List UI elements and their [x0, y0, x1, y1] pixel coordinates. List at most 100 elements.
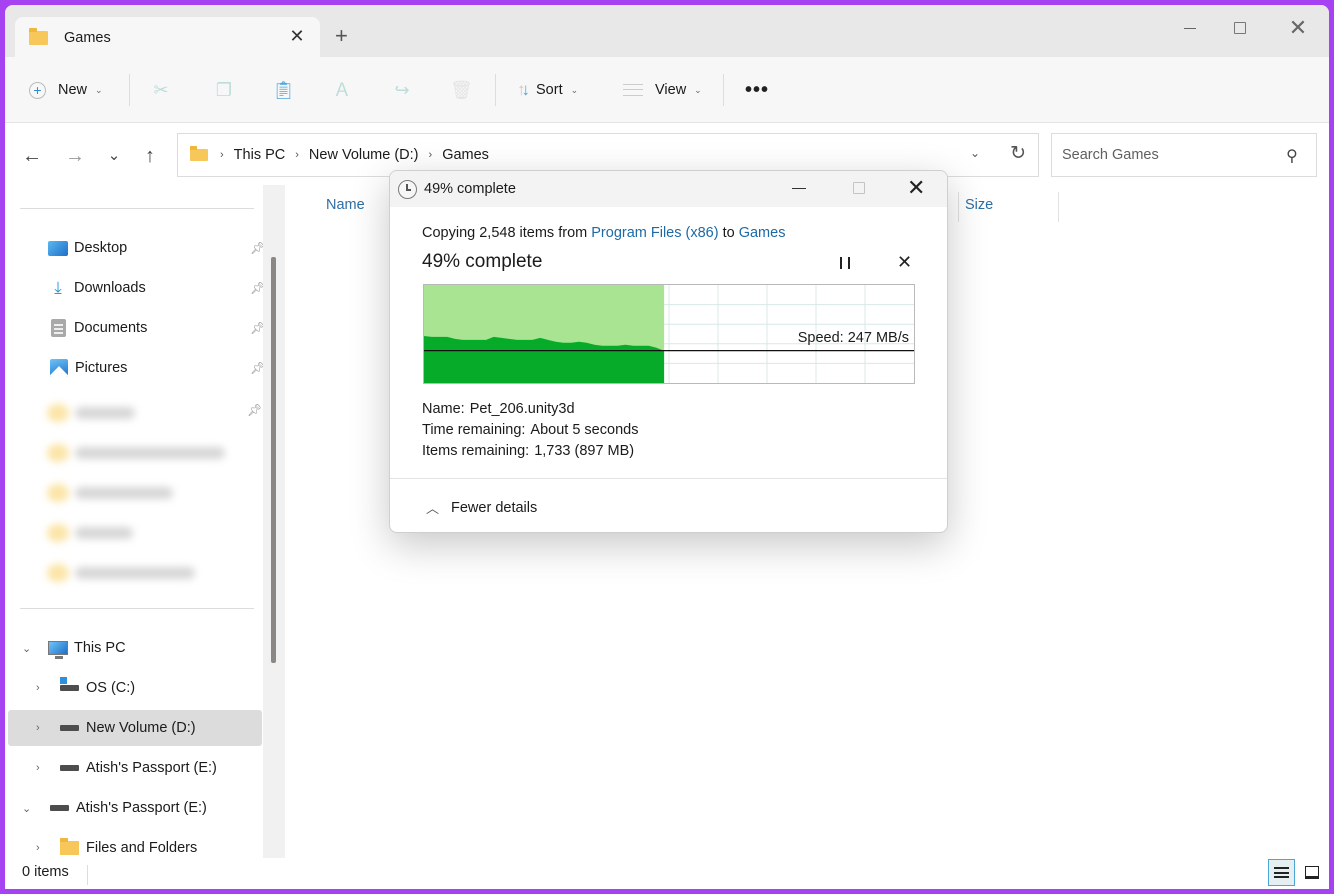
chevron-right-icon[interactable]: ›	[36, 842, 40, 854]
clock-icon	[398, 180, 417, 199]
dialog-minimize-button[interactable]	[792, 188, 806, 189]
progress-percent-label: 49% complete	[422, 251, 543, 272]
chevron-down-icon: ⌄	[694, 84, 702, 95]
new-tab-button[interactable]: +	[335, 25, 348, 47]
chevron-down-icon: ⌄	[570, 84, 579, 95]
tree-item-this-pc[interactable]: ⌄ This PC	[8, 630, 262, 666]
refresh-icon[interactable]: ↻	[1010, 142, 1026, 165]
back-button[interactable]: ←	[19, 143, 45, 169]
paste-icon[interactable]: 📋︎	[272, 79, 295, 101]
column-header-size[interactable]: Size	[965, 197, 993, 213]
toolbar-divider	[723, 74, 724, 106]
rename-icon[interactable]: Ａ	[331, 79, 353, 101]
transfer-speed-graph: Speed: 247 MB/s	[423, 284, 915, 384]
view-icon	[623, 84, 643, 96]
breadcrumb-new-volume[interactable]: New Volume (D:)	[309, 147, 419, 163]
blurred-folder-item[interactable]	[47, 523, 133, 543]
close-window-button[interactable]: ✕	[1275, 13, 1321, 43]
chevron-right-icon[interactable]: ›	[36, 682, 40, 694]
forward-button[interactable]: →	[62, 143, 88, 169]
tree-item-atish-passport-e-root[interactable]: ⌄ Atish's Passport (E:)	[8, 790, 262, 826]
toolbar-divider	[129, 74, 130, 106]
details-view-button[interactable]	[1268, 859, 1295, 886]
blurred-folder-item[interactable]	[47, 403, 135, 423]
sidebar-item-pictures[interactable]: Pictures 📌︎	[8, 350, 265, 386]
sidebar-item-documents[interactable]: Documents 📌︎	[8, 310, 265, 346]
copy-progress-dialog: 49% complete ✕ Copying 2,548 items from …	[389, 170, 948, 533]
sort-icon: ↑↓	[517, 80, 530, 99]
chevron-down-icon[interactable]: ⌄	[22, 802, 31, 815]
dialog-close-button[interactable]: ✕	[907, 177, 925, 199]
search-box[interactable]: ⚲	[1051, 133, 1317, 177]
column-divider[interactable]	[1058, 192, 1059, 222]
tab-close-icon[interactable]: ✕	[288, 27, 306, 45]
details-view-icon	[1274, 867, 1289, 878]
documents-icon	[51, 319, 66, 337]
view-button[interactable]: View ⌄	[623, 77, 702, 103]
chevron-right-icon[interactable]: ›	[36, 722, 40, 734]
share-icon[interactable]: ↪	[391, 79, 413, 101]
sidebar-scrollbar-thumb[interactable]	[271, 257, 276, 663]
detail-items-remaining: Items remaining: 1,733 (897 MB)	[422, 443, 635, 459]
more-options-button[interactable]: •••	[745, 79, 769, 102]
tiles-view-button[interactable]	[1301, 861, 1323, 883]
address-dropdown-icon[interactable]: ⌄	[970, 146, 980, 160]
blurred-folder-item[interactable]	[47, 443, 225, 463]
breadcrumb-separator: ›	[220, 149, 224, 161]
sidebar-divider	[20, 608, 254, 609]
blurred-folder-item[interactable]	[47, 483, 173, 503]
drive-icon	[60, 725, 79, 731]
tab-label: Games	[64, 30, 111, 46]
breadcrumb-games[interactable]: Games	[442, 147, 489, 163]
tree-item-label: OS (C:)	[86, 680, 136, 696]
breadcrumb-separator: ›	[295, 149, 299, 161]
chevron-right-icon[interactable]: ›	[36, 762, 40, 774]
pause-button[interactable]	[840, 257, 850, 269]
tree-item-label: Atish's Passport (E:)	[76, 800, 207, 816]
new-label: New	[58, 82, 88, 98]
minimize-button[interactable]	[1167, 13, 1213, 43]
recent-locations-button[interactable]: ⌄	[101, 143, 127, 169]
search-input[interactable]	[1062, 147, 1272, 163]
new-button[interactable]: + New ⌄	[29, 77, 103, 103]
sort-label: Sort	[536, 82, 563, 98]
tree-item-files-and-folders[interactable]: › Files and Folders	[8, 830, 262, 866]
column-divider[interactable]	[958, 192, 959, 222]
detail-name: Name: Pet_206.unity3d	[422, 401, 575, 417]
copying-summary: Copying 2,548 items from Program Files (…	[422, 225, 785, 241]
sidebar-item-downloads[interactable]: ⤓ Downloads 📌︎	[8, 270, 265, 306]
tree-item-atish-passport-e[interactable]: › Atish's Passport (E:)	[8, 750, 262, 786]
copy-icon[interactable]: ❐	[213, 79, 235, 101]
cut-icon[interactable]: ✂	[150, 79, 172, 101]
destination-link[interactable]: Games	[739, 225, 786, 241]
fewer-details-button[interactable]: ︿ Fewer details	[426, 498, 537, 517]
tree-item-new-volume-d[interactable]: › New Volume (D:)	[8, 710, 262, 746]
tab-games[interactable]: Games ✕	[15, 17, 320, 59]
tree-item-os-c[interactable]: › OS (C:)	[8, 670, 262, 706]
copying-mid: to	[718, 225, 739, 241]
pin-icon[interactable]: 📌︎	[247, 403, 262, 417]
minimize-icon	[1184, 27, 1196, 29]
column-header-name[interactable]: Name	[326, 197, 365, 213]
maximize-icon	[1234, 22, 1246, 34]
navigation-pane: Desktop 📌︎ ⤓ Downloads 📌︎ Documents 📌︎ P…	[5, 185, 285, 858]
sort-button[interactable]: ↑↓ Sort ⌄	[517, 77, 578, 103]
search-icon[interactable]: ⚲	[1286, 146, 1298, 166]
delete-icon[interactable]: 🗑︎	[450, 79, 473, 101]
chevron-down-icon[interactable]: ⌄	[22, 642, 31, 655]
title-bar: Games ✕ + ✕	[5, 5, 1329, 59]
sidebar-item-desktop[interactable]: Desktop 📌︎	[8, 230, 265, 266]
sidebar-divider	[20, 208, 254, 209]
status-divider	[87, 865, 88, 885]
source-link[interactable]: Program Files (x86)	[591, 225, 718, 241]
cancel-copy-button[interactable]: ✕	[897, 253, 912, 271]
tree-item-label: Atish's Passport (E:)	[86, 760, 217, 776]
os-drive-icon	[60, 677, 79, 691]
pictures-icon	[50, 359, 68, 377]
maximize-button[interactable]	[1217, 13, 1263, 43]
blurred-folder-item[interactable]	[47, 563, 195, 583]
up-button[interactable]: ↑	[137, 143, 163, 169]
breadcrumb-this-pc[interactable]: This PC	[234, 147, 286, 163]
view-label: View	[655, 82, 687, 98]
downloads-icon: ⤓	[54, 278, 62, 297]
